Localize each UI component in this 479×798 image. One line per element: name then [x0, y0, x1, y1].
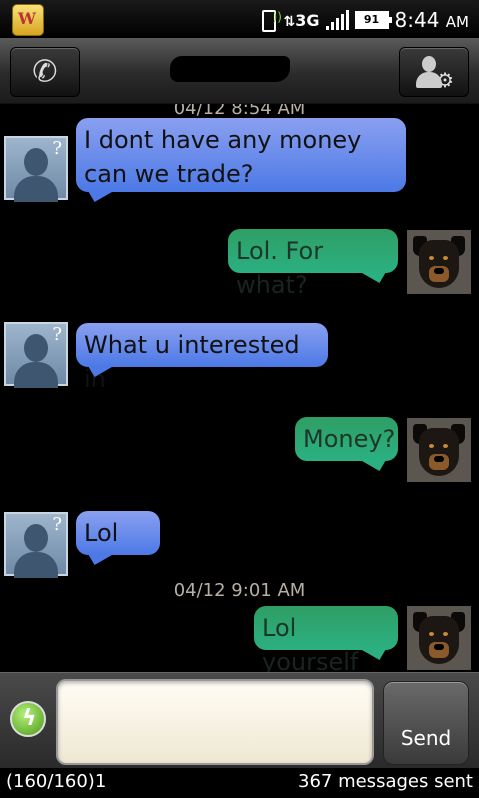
- clock: 8:44 AM: [394, 8, 469, 32]
- compose-bar: ϟ Send: [0, 672, 479, 768]
- incoming-message-bubble[interactable]: Lol: [76, 511, 160, 555]
- status-bar: W ⇅3G 91 8:44 AM: [0, 0, 479, 38]
- contact-settings-icon: ⚙: [416, 54, 454, 92]
- battery-icon: 91: [354, 11, 392, 29]
- info-bar: (160/160)1 367 messages sent: [0, 768, 479, 798]
- signal-icon: [325, 10, 349, 30]
- outgoing-message-bubble[interactable]: Lol yourself: [254, 606, 398, 672]
- lightning-icon: ϟ: [22, 706, 37, 731]
- message-input[interactable]: [56, 679, 374, 765]
- send-button[interactable]: Send: [383, 681, 469, 765]
- date-separator: 04/12 8:54 AM: [173, 104, 306, 119]
- messages-sent-count: 367 messages sent: [298, 771, 473, 792]
- contact-settings-button[interactable]: ⚙: [399, 47, 469, 97]
- my-avatar[interactable]: [407, 418, 471, 482]
- date-separator: 04/12 9:01 AM: [173, 580, 306, 601]
- contact-avatar[interactable]: ?: [4, 136, 68, 202]
- message-text: Lol yourself: [262, 614, 359, 672]
- message-text: What u interested in: [84, 331, 300, 393]
- my-avatar[interactable]: [407, 606, 471, 670]
- network-indicator: ⇅3G: [283, 10, 320, 30]
- redacted-contact-name: [170, 56, 290, 82]
- contact-avatar[interactable]: ?: [4, 512, 68, 578]
- call-button[interactable]: ✆: [10, 47, 80, 97]
- character-counter: (160/160)1: [6, 771, 107, 792]
- message-list[interactable]: 04/12 8:54 AM ? I dont have any money ca…: [0, 104, 479, 672]
- attach-button[interactable]: ϟ: [10, 701, 46, 737]
- message-text: Lol: [84, 519, 119, 547]
- message-text: I dont have any money: [84, 126, 362, 154]
- app-notification-icon[interactable]: W: [12, 4, 44, 36]
- my-avatar[interactable]: [407, 230, 471, 294]
- message-text: can we trade?: [84, 160, 254, 188]
- message-text: Lol. For what?: [236, 237, 324, 299]
- vibrate-icon: [256, 8, 282, 32]
- outgoing-message-bubble[interactable]: Money?: [295, 417, 398, 461]
- message-text: Money?: [303, 425, 396, 453]
- conversation-header: ✆ ⚙: [0, 38, 479, 104]
- battery-level: 91: [363, 13, 380, 26]
- contact-avatar[interactable]: ?: [4, 322, 68, 388]
- incoming-message-bubble[interactable]: What u interested in: [76, 323, 328, 393]
- phone-icon: ✆: [32, 54, 58, 90]
- status-icons: ⇅3G 91 8:44 AM: [256, 6, 469, 34]
- incoming-message-bubble[interactable]: I dont have any money can we trade?: [76, 118, 406, 192]
- outgoing-message-bubble[interactable]: Lol. For what?: [228, 229, 398, 299]
